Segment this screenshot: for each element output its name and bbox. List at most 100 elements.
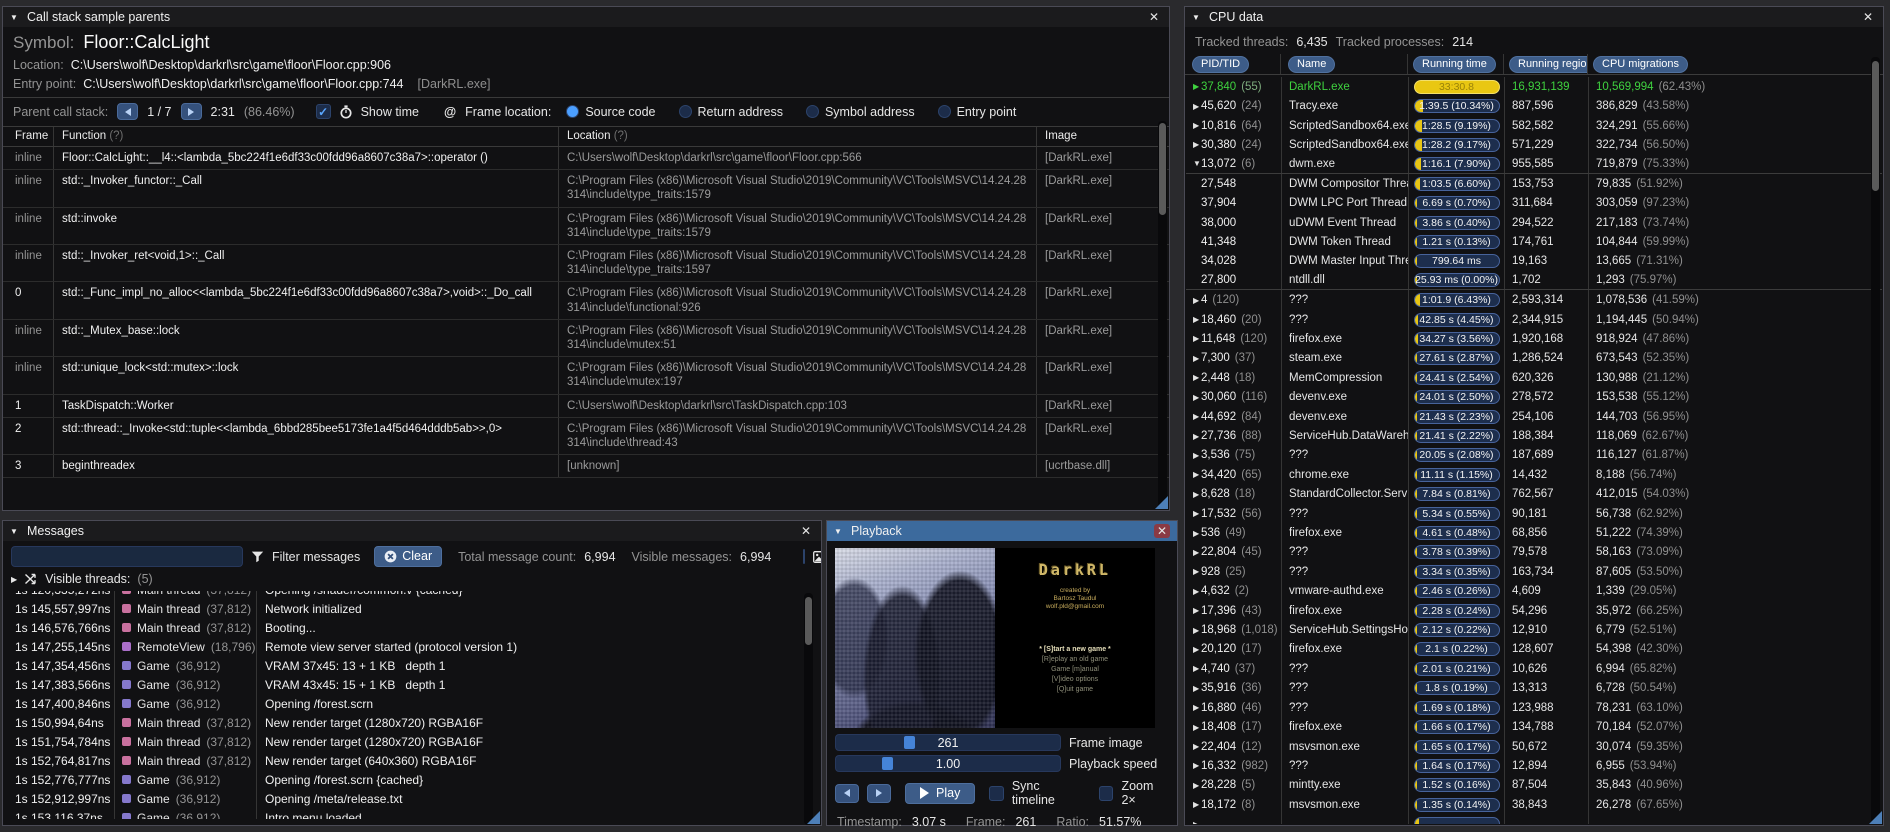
chevron-right-icon[interactable]: ▶ (1186, 82, 1201, 91)
close-icon[interactable]: ✕ (1860, 10, 1876, 24)
cpu-table-row[interactable]: ▶ 17,532 (56)??? 5.34 s (0.55%) 90,181 56,738… (1186, 503, 1882, 524)
visible-threads-row[interactable]: ▶ Visible threads: (5) (3, 571, 821, 590)
cpu-table-row[interactable]: ▶ 35,916 (36)??? 1.8 s (0.19%) 13,313 6,728 (5… (1186, 678, 1882, 698)
function-cell[interactable]: std::_Invoker_ret<void,1>::_Call (53, 245, 558, 282)
cpu-table-row[interactable]: ▶18,968 (1,018)ServiceHub.SettingsHost.ex… (1186, 620, 1882, 640)
play-button[interactable]: Play (905, 782, 976, 804)
cpu-scrollbar-thumb[interactable] (1872, 61, 1879, 191)
chevron-right-icon[interactable]: ▶ (1186, 509, 1201, 518)
column-header-location[interactable]: Location (?) (558, 127, 1036, 146)
cpu-table-row[interactable]: ▶ 7,300 (37) steam.exe 27.61 s (2.87%) 1,286,… (1186, 348, 1882, 369)
cpu-table-row[interactable]: ▶ 16,880 (46)??? 1.69 s (0.18%) 123,988 78,23… (1186, 698, 1882, 718)
chevron-right-icon[interactable]: ▶ (1186, 684, 1201, 693)
cpu-table-row[interactable]: ▶ 17,396 (43) firefox.exe 2.28 s (0.24%) 54,2… (1186, 600, 1882, 621)
cpu-table-row[interactable]: ▶ 4 (120)??? 1:01.9 (6.43%) 2,593,314 1,078,5… (1186, 290, 1882, 310)
message-row[interactable]: 1s 152,912,997ns Game (36,912) Opening /met… (4, 789, 820, 808)
chevron-right-icon[interactable]: ▶ (1186, 412, 1201, 421)
cpu-table-row[interactable]: 37,904 DWM LPC Port Thread 6.69 s (0.70%) 3… (1186, 193, 1882, 213)
radio-return-address[interactable]: Return address (678, 105, 783, 119)
chevron-right-icon[interactable]: ▶ (1186, 800, 1201, 809)
chevron-down-icon[interactable]: ▼ (1186, 159, 1201, 168)
chevron-right-icon[interactable]: ▶ (1186, 645, 1201, 654)
function-cell[interactable]: std::_Func_impl_no_alloc<<lambda_5bc224f… (53, 282, 558, 319)
cpu-table-row[interactable]: ▶ (1186, 814, 1882, 824)
chevron-right-icon[interactable]: ▶ (1186, 470, 1201, 479)
messages-scrollbar[interactable] (804, 593, 813, 825)
chevron-right-icon[interactable]: ▶ (1186, 761, 1201, 770)
cpu-table-row[interactable]: 27,548 DWM Compositor Thread 1:03.5 (6.60%… (1186, 174, 1882, 194)
chevron-right-icon[interactable]: ▶ (1186, 140, 1201, 149)
cpu-table-row[interactable]: ▶ 22,804 (45)??? 3.78 s (0.39%) 79,578 58,163… (1186, 542, 1882, 563)
cpu-table-row[interactable]: ▶ 45,620 (24) Tracy.exe 1:39.5 (10.34%) 887,5… (1186, 96, 1882, 116)
cpu-table-row[interactable]: ▶ 30,060 (116) devenv.exe 24.01 s (2.50%) 278… (1186, 387, 1882, 407)
chevron-right-icon[interactable]: ▶ (1186, 393, 1201, 402)
collapse-icon[interactable]: ▼ (1192, 13, 1202, 22)
radio-entry-point[interactable]: Entry point (937, 105, 1016, 119)
playback-speed-slider[interactable]: 1.00 (835, 755, 1061, 772)
resize-grip[interactable] (1869, 811, 1882, 824)
chevron-right-icon[interactable]: ▶ (1186, 451, 1201, 460)
chevron-right-icon[interactable]: ▶ (1186, 315, 1201, 324)
function-cell[interactable]: std::unique_lock<std::mutex>::lock (53, 357, 558, 394)
cpu-scrollbar[interactable] (1871, 57, 1880, 823)
show-time-checkbox[interactable]: ✓ (315, 104, 331, 119)
cpu-table-row[interactable]: ▶ 44,692 (84) devenv.exe 21.43 s (2.23%) 254,… (1186, 406, 1882, 427)
filter-input[interactable] (11, 546, 243, 567)
collapse-icon[interactable]: ▼ (10, 13, 20, 22)
message-row[interactable]: 1s 147,383,566ns Game (36,912) VRAM 43x45: … (4, 675, 820, 694)
chevron-right-icon[interactable]: ▶ (1186, 490, 1201, 499)
function-cell[interactable]: std::thread::_Invoke<std::tuple<<lambda_… (53, 417, 558, 455)
message-row[interactable]: 1s 147,354,456ns Game (36,912) VRAM 37x45: … (4, 656, 820, 675)
chevron-right-icon[interactable]: ▶ (1186, 606, 1201, 615)
messages-scrollbar-thumb[interactable] (805, 597, 812, 645)
column-header-frame[interactable]: Frame (3, 127, 53, 146)
function-cell[interactable]: beginthreadex (53, 455, 558, 478)
message-row[interactable]: 1s 150,994,64ns Main thread (37,812) New re… (4, 713, 820, 732)
frame-image-slider[interactable]: 261 (835, 734, 1061, 751)
function-cell[interactable]: std::_Mutex_base::lock (53, 319, 558, 357)
cpu-table-row[interactable]: ▶ 2,448 (18) MemCompression 24.41 s (2.54%) 6… (1186, 368, 1882, 388)
cpu-table-row[interactable]: ▶ 28,228 (5) mintty.exe 1.52 s (0.16%) 87,504… (1186, 775, 1882, 796)
chevron-right-icon[interactable]: ▶ (1186, 354, 1201, 363)
cpu-table-row[interactable]: ▶37,840 (55) DarkRL.exe 33:30.8 (208.96%) 16… (1186, 77, 1882, 97)
expand-icon[interactable]: ▶ (11, 575, 17, 584)
chevron-right-icon[interactable]: ▶ (1186, 567, 1201, 576)
radio-symbol-address[interactable]: Symbol address (805, 105, 915, 119)
cpu-table-row[interactable]: 34,028 DWM Master Input Thread 799.64 ms (… (1186, 251, 1882, 272)
column-header-name[interactable]: Name (1280, 54, 1407, 74)
cpu-table-row[interactable]: ▶ 536 (49) firefox.exe 4.61 s (0.48%) 68,856 5… (1186, 523, 1882, 543)
chevron-right-icon[interactable]: ▶ (1186, 703, 1201, 712)
chevron-right-icon[interactable]: ▶ (1186, 587, 1201, 596)
message-row[interactable]: 1s 147,400,846ns Game (36,912) Opening /for… (4, 694, 820, 713)
message-row[interactable]: 1s 152,776,777ns Game (36,912) Opening /for… (4, 770, 820, 789)
chevron-right-icon[interactable]: ▶ (1186, 102, 1201, 111)
collapse-icon[interactable]: ▼ (10, 527, 20, 536)
message-row[interactable]: 1s 152,764,817ns Main thread (37,812) New r… (4, 751, 820, 770)
cpu-table-row[interactable]: ▶ 30,380 (24) ScriptedSandbox64.exe 1:28.2 (… (1186, 135, 1882, 155)
cpu-table-row[interactable]: ▶ 11,648 (120) firefox.exe 34.27 s (3.56%) 1,… (1186, 329, 1882, 349)
callstack-scrollbar-thumb[interactable] (1159, 123, 1166, 215)
chevron-right-icon[interactable]: ▶ (1186, 781, 1201, 790)
message-row[interactable]: 1s 147,255,145ns RemoteView (18,796) Remote… (4, 637, 820, 656)
close-icon[interactable]: ✕ (1153, 524, 1170, 538)
next-callstack-button[interactable] (180, 103, 202, 120)
cpu-table-row[interactable]: ▶ 928 (25)??? 3.34 s (0.35%) 163,734 87,605 (5… (1186, 562, 1882, 582)
message-row[interactable]: 1s 145,557,997ns Main thread (37,812) Netwo… (4, 599, 820, 618)
cpu-table-row[interactable]: 41,348 DWM Token Thread 1.21 s (0.13%) 174,… (1186, 232, 1882, 252)
cpu-table-row[interactable]: ▶ 18,172 (8) msvsmon.exe 1.35 s (0.14%) 38,84… (1186, 795, 1882, 815)
show-images-checkbox[interactable] (803, 549, 806, 564)
column-header-image[interactable]: Image (1036, 127, 1169, 146)
cpu-table-row[interactable]: 27,800 ntdll.dll 25.93 ms (0.00%) 1,702 1,29… (1186, 271, 1882, 291)
cpu-table-row[interactable]: ▶ 22,404 (12) msvsmon.exe 1.65 s (0.17%) 50,6… (1186, 736, 1882, 757)
message-row[interactable]: 1s 120,335,272ns Main thread (37,812) Openi… (4, 591, 820, 599)
cpu-table-row[interactable]: 38,000 uDWM Event Thread 3.86 s (0.40%) 294… (1186, 212, 1882, 233)
function-cell[interactable]: std::invoke (53, 207, 558, 245)
cpu-table-row[interactable]: ▶8,628 (18) StandardCollector.Service.e 7.8… (1186, 484, 1882, 504)
radio-source-code[interactable]: Source code (566, 105, 656, 119)
clear-button[interactable]: Clear (374, 546, 443, 567)
chevron-right-icon[interactable]: ▶ (1186, 664, 1201, 673)
cpu-table-row[interactable]: ▶ 20,120 (17) firefox.exe 2.1 s (0.22%) 128,6… (1186, 639, 1882, 660)
cpu-table-row[interactable]: ▶ 18,408 (17) firefox.exe 1.66 s (0.17%) 134,… (1186, 717, 1882, 737)
chevron-right-icon[interactable]: ▶ (1186, 373, 1201, 382)
cpu-table-row[interactable]: ▼ 13,072 (6) dwm.exe 1:16.1 (7.90%) 955,585 71… (1186, 154, 1882, 175)
